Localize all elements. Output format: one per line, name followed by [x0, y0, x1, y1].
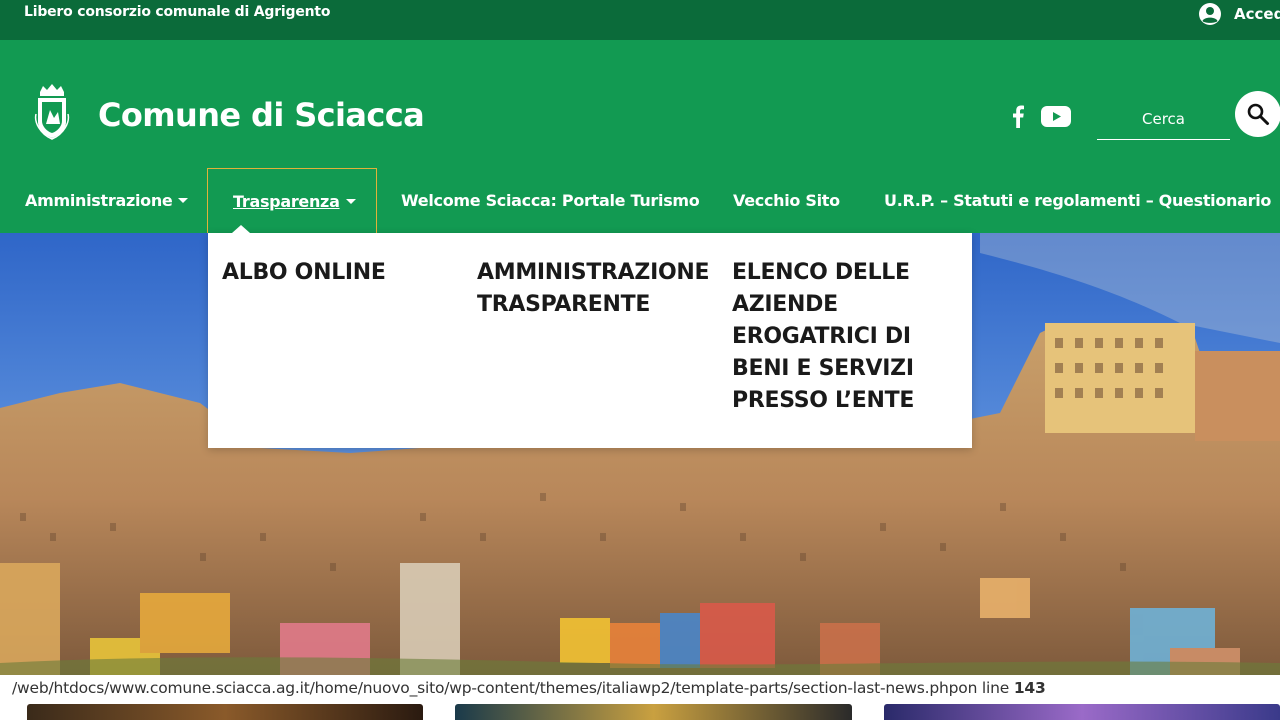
nav-item-trasparenza[interactable]: Trasparenza — [207, 168, 377, 233]
news-cards-row — [0, 702, 1280, 720]
nav-item-label: Amministrazione — [25, 191, 173, 210]
nav-item-vecchio-sito[interactable]: Vecchio Sito — [733, 168, 840, 233]
coat-of-arms-logo[interactable] — [34, 84, 70, 140]
login-label: Accedi — [1234, 5, 1280, 23]
news-card-thumbnail[interactable] — [884, 704, 1280, 720]
dropdown-item-amministrazione-trasparente[interactable]: AMMINISTRAZIONE TRASPARENTE — [477, 257, 710, 321]
login-button[interactable]: Accedi — [1198, 2, 1280, 26]
nav-item-label: Welcome Sciacca: Portale Turismo — [401, 191, 700, 210]
top-bar: Libero consorzio comunale di Agrigento A… — [0, 0, 1280, 40]
nav-item-label: Vecchio Sito — [733, 191, 840, 210]
nav-item-welcome-sciacca[interactable]: Welcome Sciacca: Portale Turismo — [401, 168, 700, 233]
caret-down-icon — [345, 198, 356, 204]
dropdown-item-elenco-aziende[interactable]: ELENCO DELLE AZIENDE EROGATRICI DI BENI … — [732, 257, 964, 417]
news-card-thumbnail[interactable] — [27, 704, 423, 720]
youtube-icon[interactable] — [1041, 106, 1071, 127]
nav-item-label: U.R.P. – Statuti e regolamenti – Questio… — [884, 191, 1272, 210]
search-icon — [1247, 103, 1269, 125]
news-card-thumbnail[interactable] — [455, 704, 852, 720]
facebook-icon[interactable] — [1008, 104, 1028, 128]
error-path: /web/htdocs/www.comune.sciacca.ag.it/hom… — [12, 679, 959, 697]
user-circle-icon — [1199, 3, 1221, 25]
search-input[interactable] — [1097, 98, 1230, 140]
dropdown-pointer — [232, 225, 250, 233]
nav-item-label: Trasparenza — [233, 191, 340, 211]
site-header: Comune di Sciacca Amministrazione Traspa… — [0, 40, 1280, 233]
nav-item-amministrazione[interactable]: Amministrazione — [25, 168, 189, 233]
php-error-message: /web/htdocs/www.comune.sciacca.ag.it/hom… — [0, 675, 1280, 702]
caret-down-icon — [178, 198, 189, 203]
main-nav: Amministrazione Trasparenza Welcome Scia… — [0, 168, 1280, 233]
dropdown-item-albo-online[interactable]: ALBO ONLINE — [222, 257, 452, 289]
trasparenza-dropdown: ALBO ONLINE AMMINISTRAZIONE TRASPARENTE … — [208, 225, 972, 448]
error-line-number: 143 — [1013, 679, 1046, 697]
error-suffix: on line — [958, 679, 1014, 697]
region-link[interactable]: Libero consorzio comunale di Agrigento — [24, 4, 331, 20]
site-title[interactable]: Comune di Sciacca — [98, 96, 425, 134]
nav-item-urp[interactable]: U.R.P. – Statuti e regolamenti – Questio… — [884, 168, 1271, 233]
search-button[interactable] — [1235, 91, 1280, 137]
